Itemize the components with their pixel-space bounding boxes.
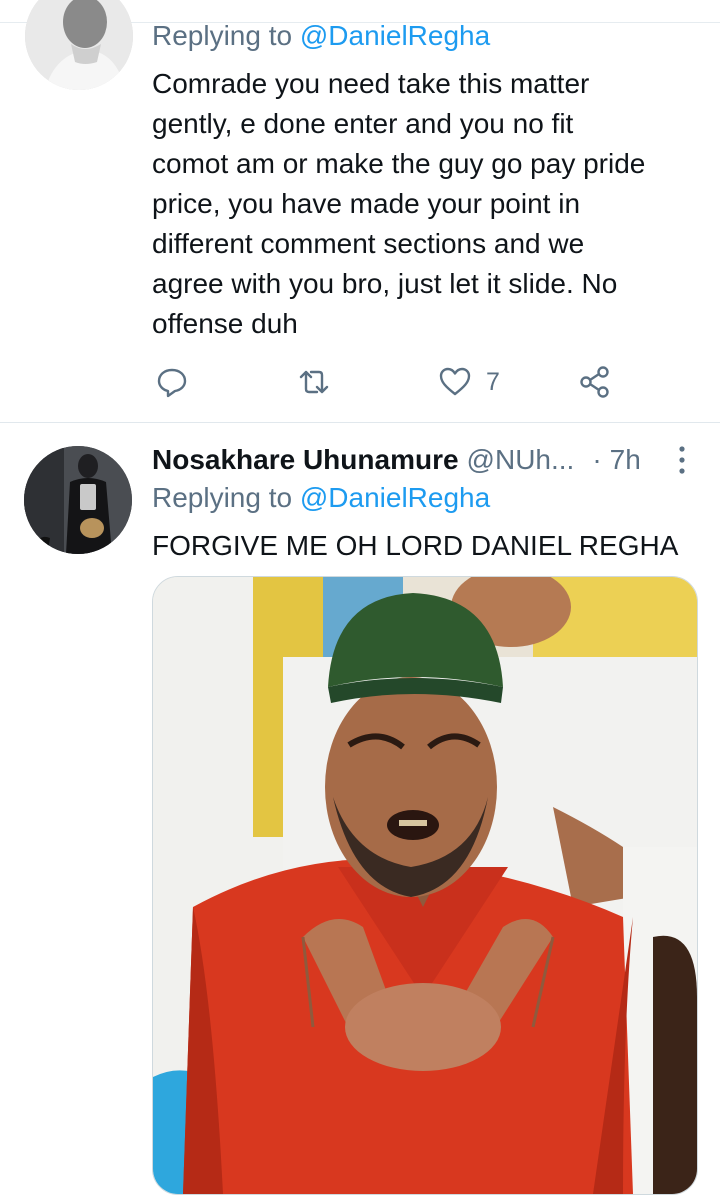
avatar[interactable]: [24, 446, 132, 554]
share-button[interactable]: [578, 360, 612, 404]
text-line: offense duh: [152, 308, 298, 339]
mention-link[interactable]: @DanielRegha: [300, 482, 490, 513]
retweet-icon: [299, 370, 329, 394]
like-button[interactable]: 7: [438, 360, 500, 404]
text-line: comot am or make the guy go pay pride: [152, 148, 646, 179]
display-name[interactable]: Nosakhare Uhunamure: [152, 444, 459, 476]
tweet-text: FORGIVE ME OH LORD DANIEL REGHA: [152, 530, 679, 561]
reply-tweet-1[interactable]: Replying to @DanielRegha Comrade you nee…: [0, 0, 720, 423]
tweet-header: Nosakhare Uhunamure @NUh... · 7h: [152, 440, 712, 480]
like-count: 7: [486, 367, 500, 396]
action-bar: 7: [0, 360, 720, 404]
share-icon: [580, 366, 609, 398]
tweet-text: Comrade you need take this matter gently…: [152, 64, 692, 344]
text-line: price, you have made your point in: [152, 188, 581, 219]
replying-to: Replying to @DanielRegha: [152, 482, 490, 514]
text-line: gently, e done enter and you no fit: [152, 108, 574, 139]
more-vertical-icon: [679, 446, 685, 474]
replying-to: Replying to @DanielRegha: [152, 20, 490, 52]
text-line: different comment sections and we: [152, 228, 585, 259]
replying-prefix: Replying to: [152, 20, 300, 51]
tweet-photo[interactable]: [152, 576, 698, 1195]
mention-link[interactable]: @DanielRegha: [300, 20, 490, 51]
separator-dot: ·: [592, 444, 602, 475]
text-line: Comrade you need take this matter: [152, 68, 590, 99]
replying-prefix: Replying to: [152, 482, 300, 513]
reply-button[interactable]: [155, 360, 189, 404]
user-handle[interactable]: @NUh...: [467, 444, 575, 476]
retweet-button[interactable]: [297, 360, 331, 404]
heart-icon: [439, 367, 471, 396]
more-options-button[interactable]: [672, 443, 692, 477]
reply-icon: [157, 368, 187, 398]
text-line: agree with you bro, just let it slide. N…: [152, 268, 618, 299]
timestamp[interactable]: 7h: [610, 444, 641, 476]
avatar[interactable]: [25, 0, 133, 90]
